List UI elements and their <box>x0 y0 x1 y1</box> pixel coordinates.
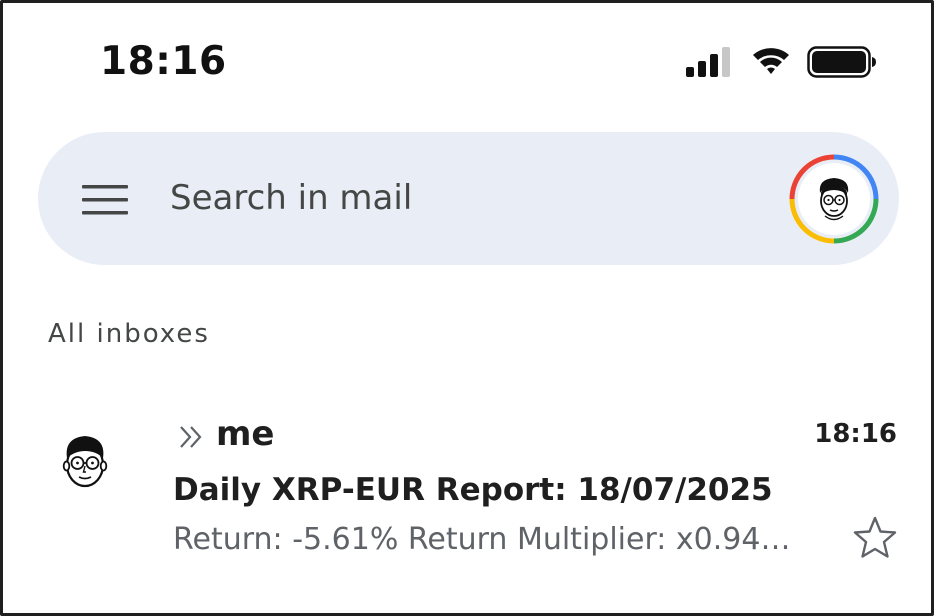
account-avatar[interactable] <box>788 153 880 245</box>
battery-icon <box>807 46 876 78</box>
section-label-all-inboxes: All inboxes <box>48 319 210 349</box>
email-subject: Daily XRP-EUR Report: 18/07/2025 <box>173 472 773 508</box>
hamburger-menu-icon[interactable] <box>82 184 128 216</box>
sender-avatar[interactable] <box>51 428 119 496</box>
star-icon[interactable] <box>851 514 899 562</box>
cellular-signal-icon <box>686 47 730 77</box>
email-sender: me <box>216 414 275 454</box>
wifi-icon <box>753 48 789 74</box>
search-input[interactable] <box>170 176 730 220</box>
email-snippet: Return: -5.61% Return Multiplier: x0.94… <box>173 522 791 557</box>
status-bar-time: 18:16 <box>100 39 227 84</box>
phone-screen: 18:16 Search in mail All inboxes me 18:1… <box>0 0 934 616</box>
search-bar[interactable] <box>38 132 899 265</box>
email-list-item[interactable]: me 18:16 Daily XRP-EUR Report: 18/07/202… <box>3 398 931 583</box>
double-chevron-icon <box>180 426 202 448</box>
email-time: 18:16 <box>814 419 897 449</box>
